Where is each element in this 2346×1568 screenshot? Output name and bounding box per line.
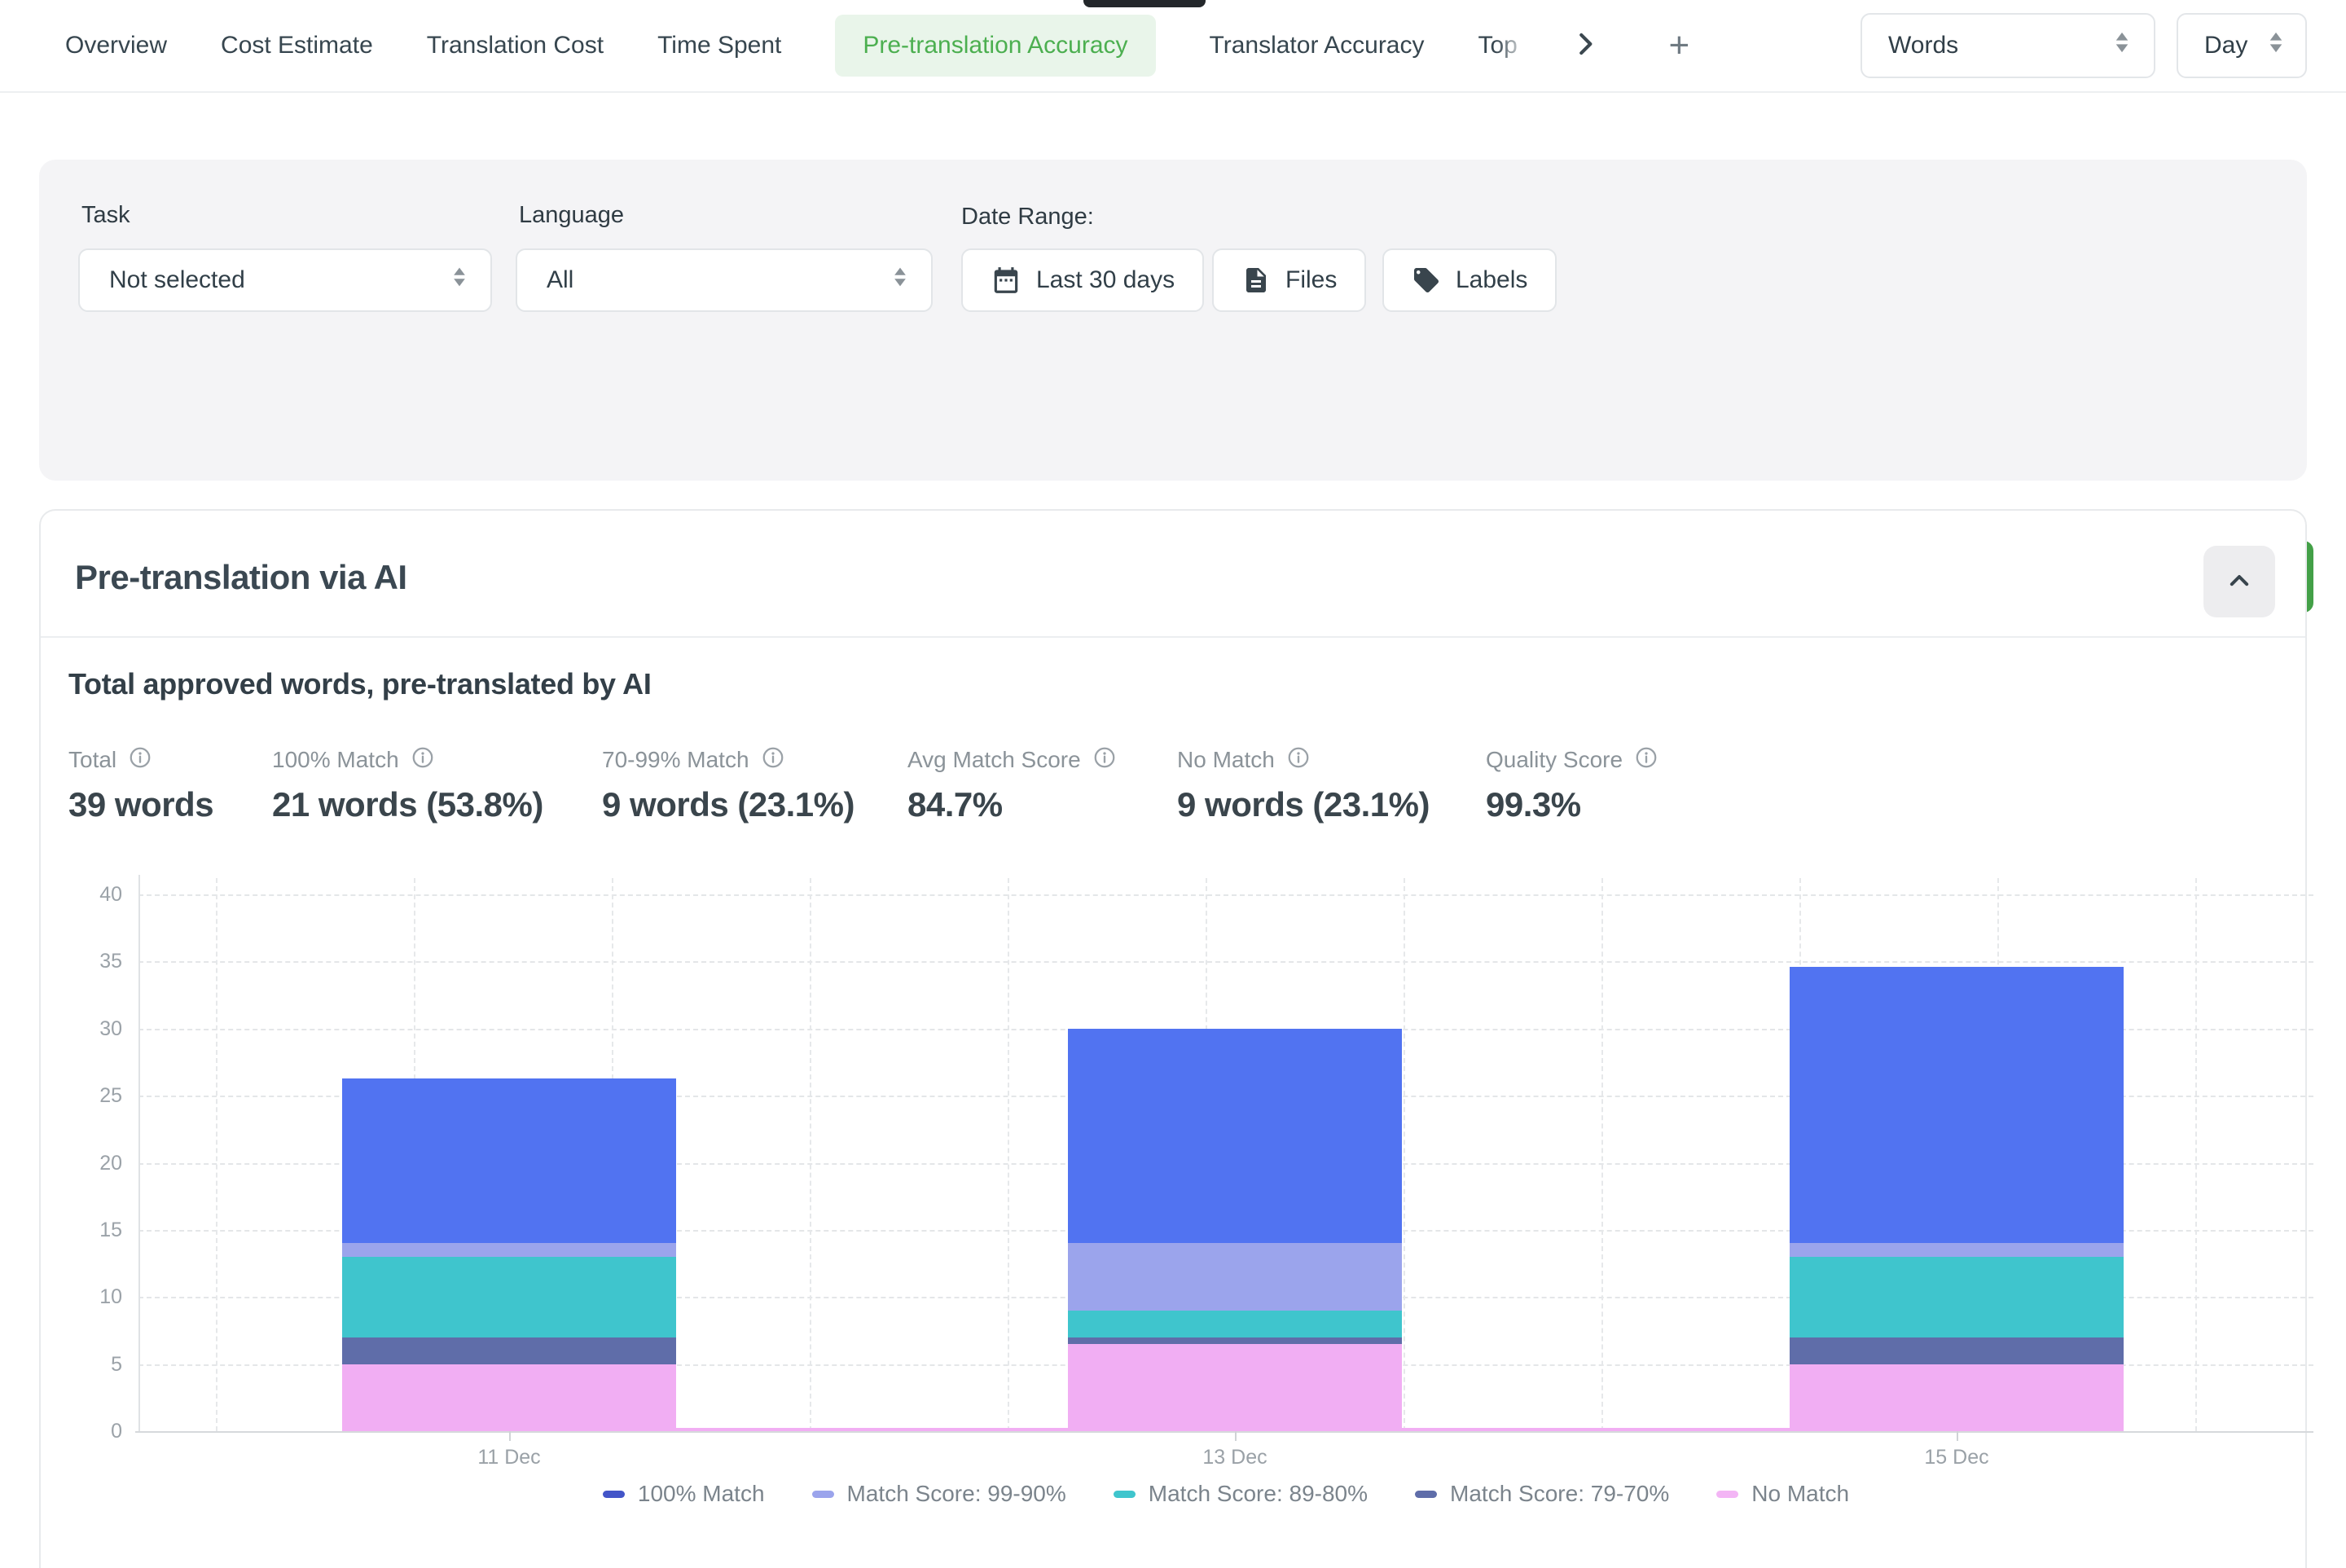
- bar-segment-match-score-89-80-[interactable]: [1790, 1257, 2124, 1337]
- tab-time-spent[interactable]: Time Spent: [657, 32, 781, 59]
- bar-segment-match-score-99-90-[interactable]: [342, 1243, 676, 1256]
- file-icon: [1241, 266, 1271, 295]
- tab-overview[interactable]: Overview: [65, 32, 167, 59]
- legend-label: Match Score: 99-90%: [847, 1481, 1066, 1507]
- bar-segment-100-match[interactable]: [1068, 1029, 1402, 1244]
- date-range-button[interactable]: Last 30 days: [961, 248, 1204, 312]
- legend-label: Match Score: 89-80%: [1149, 1481, 1368, 1507]
- legend-swatch-icon: [1716, 1491, 1738, 1498]
- files-filter-button[interactable]: Files: [1212, 248, 1366, 312]
- stat-no-match: No Match 9 words (23.1%): [1177, 745, 1430, 824]
- info-icon[interactable]: [1634, 745, 1658, 774]
- tab-pre-translation-accuracy[interactable]: Pre-translation Accuracy: [835, 15, 1155, 77]
- tag-icon: [1412, 266, 1441, 295]
- top-center-pill: [1083, 0, 1206, 7]
- bar-segment-match-score-99-90-[interactable]: [1790, 1243, 2124, 1256]
- info-icon[interactable]: [411, 745, 435, 774]
- bar-segment-match-score-79-70-[interactable]: [342, 1337, 676, 1364]
- bar-segment-match-score-79-70-[interactable]: [1068, 1337, 1402, 1344]
- stat-total: Total 39 words: [68, 745, 213, 824]
- period-select-value: Day: [2204, 32, 2247, 59]
- labels-button-label: Labels: [1456, 266, 1527, 294]
- chevron-right-icon: [1570, 29, 1601, 64]
- legend-item-no-match[interactable]: No Match: [1716, 1481, 1849, 1507]
- legend-swatch-icon: [1114, 1491, 1136, 1498]
- stat-value: 99.3%: [1486, 785, 1658, 824]
- section-title: Total approved words, pre-translated by …: [68, 667, 652, 701]
- info-icon[interactable]: [1092, 745, 1117, 774]
- stat-value: 21 words (53.8%): [272, 785, 543, 824]
- stat-label: Total: [68, 747, 116, 773]
- stepper-icon: [889, 264, 912, 296]
- stat-70-99-match: 70-99% Match 9 words (23.1%): [602, 745, 854, 824]
- legend-item-match-score-79-70-[interactable]: Match Score: 79-70%: [1415, 1481, 1669, 1507]
- language-label: Language: [519, 202, 624, 229]
- bar-segment-100-match[interactable]: [1790, 967, 2124, 1243]
- date-range-label: Date Range:: [961, 204, 1094, 231]
- bar-segment-100-match[interactable]: [342, 1078, 676, 1244]
- stat-label: 70-99% Match: [602, 747, 749, 773]
- bar-segment-no-match[interactable]: [342, 1364, 676, 1431]
- tab-top-truncated[interactable]: Top: [1478, 32, 1531, 59]
- task-select-value: Not selected: [109, 266, 245, 294]
- chart-legend: 100% Match Match Score: 99-90% Match Score…: [138, 1481, 2313, 1507]
- bar-segment-no-match[interactable]: [1790, 1364, 2124, 1431]
- info-icon[interactable]: [761, 745, 785, 774]
- task-label: Task: [81, 202, 130, 229]
- date-range-value: Last 30 days: [1036, 266, 1175, 294]
- stepper-icon: [448, 264, 471, 296]
- legend-item-match-score-89-80-[interactable]: Match Score: 89-80%: [1114, 1481, 1368, 1507]
- tab-translation-cost[interactable]: Translation Cost: [427, 32, 604, 59]
- add-tab-button[interactable]: +: [1669, 28, 1690, 64]
- stepper-icon: [2264, 29, 2288, 63]
- calendar-icon: [991, 265, 1021, 296]
- tab-cost-estimate[interactable]: Cost Estimate: [221, 32, 373, 59]
- task-select[interactable]: Not selected: [78, 248, 492, 312]
- stat-avg-match-score: Avg Match Score 84.7%: [907, 745, 1117, 824]
- stat-label: Quality Score: [1486, 747, 1623, 773]
- card-divider: [41, 636, 2305, 638]
- stat-label: No Match: [1177, 747, 1275, 773]
- stat-value: 84.7%: [907, 785, 1117, 824]
- bar-segment-no-match[interactable]: [1068, 1344, 1402, 1431]
- stat-value: 39 words: [68, 785, 213, 824]
- info-icon[interactable]: [128, 745, 152, 774]
- bar-segment-match-score-99-90-[interactable]: [1068, 1243, 1402, 1310]
- legend-item-100-match[interactable]: 100% Match: [603, 1481, 765, 1507]
- tabs-scroll-right-button[interactable]: [1570, 29, 1601, 64]
- unit-select-value: Words: [1888, 32, 1958, 59]
- info-icon[interactable]: [1286, 745, 1311, 774]
- legend-swatch-icon: [812, 1491, 834, 1498]
- stepper-icon: [2110, 29, 2134, 63]
- stat-value: 9 words (23.1%): [602, 785, 854, 824]
- chevron-up-icon: [2223, 564, 2256, 600]
- bar-segment-match-score-89-80-[interactable]: [1068, 1311, 1402, 1337]
- language-select[interactable]: All: [516, 248, 933, 312]
- stat-100-match: 100% Match 21 words (53.8%): [272, 745, 543, 824]
- files-button-label: Files: [1285, 266, 1337, 294]
- legend-label: No Match: [1751, 1481, 1849, 1507]
- legend-label: Match Score: 79-70%: [1450, 1481, 1669, 1507]
- legend-swatch-icon: [1415, 1491, 1437, 1498]
- card-title: Pre-translation via AI: [75, 558, 407, 597]
- collapse-card-button[interactable]: [2203, 546, 2275, 617]
- unit-select[interactable]: Words: [1861, 13, 2155, 78]
- labels-filter-button[interactable]: Labels: [1382, 248, 1557, 312]
- filters-panel: Task Not selected Language All Date Rang…: [39, 160, 2307, 481]
- stat-label: 100% Match: [272, 747, 399, 773]
- stat-label: Avg Match Score: [907, 747, 1081, 773]
- language-select-value: All: [547, 266, 573, 294]
- stat-quality-score: Quality Score 99.3%: [1486, 745, 1658, 824]
- bar-segment-match-score-79-70-[interactable]: [1790, 1337, 2124, 1364]
- tab-translator-accuracy[interactable]: Translator Accuracy: [1210, 32, 1425, 59]
- bar-segment-match-score-89-80-[interactable]: [342, 1257, 676, 1337]
- legend-item-match-score-99-90-[interactable]: Match Score: 99-90%: [812, 1481, 1066, 1507]
- stat-value: 9 words (23.1%): [1177, 785, 1430, 824]
- legend-swatch-icon: [603, 1491, 625, 1498]
- period-select[interactable]: Day: [2177, 13, 2307, 78]
- legend-label: 100% Match: [638, 1481, 765, 1507]
